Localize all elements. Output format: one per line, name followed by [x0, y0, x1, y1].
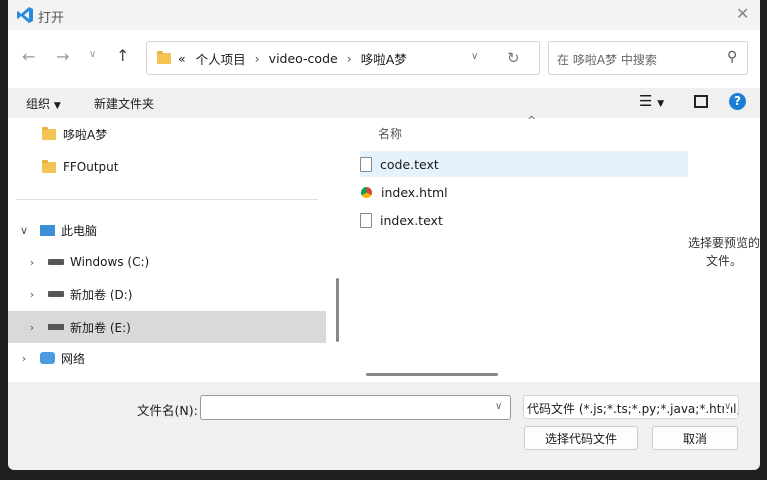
file-row[interactable]: code.text: [360, 151, 688, 177]
recent-dropdown-button[interactable]: ∨: [89, 49, 96, 60]
help-icon[interactable]: ?: [729, 93, 746, 110]
breadcrumb-item[interactable]: 个人项目: [196, 49, 246, 68]
toolbar: 组织 ▼ 新建文件夹 ☰ ▼ ?: [8, 88, 760, 118]
search-box[interactable]: 在 哆啦A梦 中搜索 ⚲: [548, 41, 748, 75]
search-input[interactable]: 在 哆啦A梦 中搜索: [557, 51, 657, 68]
drive-icon: [48, 324, 64, 330]
sort-up-icon: ^: [527, 114, 537, 127]
folder-icon: [42, 126, 56, 140]
sidebar-item-doraemon[interactable]: 哆啦A梦: [8, 119, 326, 149]
vscode-logo-icon: [17, 7, 33, 23]
navigation-bar: ← → ∨ ↑ « 个人项目 › video-code › 哆啦A梦 ∨ ↻ 在…: [8, 30, 760, 88]
address-dropdown-icon[interactable]: ∨: [471, 51, 478, 62]
filename-input[interactable]: ∨: [200, 395, 511, 420]
drive-icon: [48, 291, 64, 297]
chevron-right-icon[interactable]: ›: [14, 352, 34, 365]
file-icon: [360, 212, 372, 228]
sidebar-item-network[interactable]: › 网络: [8, 343, 326, 373]
breadcrumb-item[interactable]: 哆啦A梦: [361, 49, 407, 68]
file-icon: [360, 156, 372, 172]
search-icon[interactable]: ⚲: [727, 49, 737, 65]
chevron-down-icon[interactable]: ∨: [14, 224, 34, 237]
chevron-right-icon[interactable]: ›: [22, 256, 42, 269]
chrome-html-icon: [361, 186, 372, 198]
sidebar-item-ffoutput[interactable]: FFOutput: [8, 152, 326, 182]
file-type-select[interactable]: 代码文件 (*.js;*.ts;*.py;*.java;*.html; ∨: [523, 395, 739, 419]
open-button[interactable]: 选择代码文件: [524, 426, 638, 450]
preview-pane-icon[interactable]: [694, 95, 708, 108]
dialog-title: 打开: [38, 11, 65, 26]
close-button[interactable]: ✕: [736, 4, 749, 23]
view-menu-icon[interactable]: ☰ ▼: [639, 92, 664, 110]
sidebar-item-drive-d[interactable]: › 新加卷 (D:): [8, 279, 326, 309]
scrollbar-thumb[interactable]: [336, 278, 339, 342]
horizontal-scrollbar-thumb[interactable]: [366, 373, 498, 376]
breadcrumb-overflow[interactable]: «: [178, 51, 186, 66]
sidebar-item-this-pc[interactable]: ∨ 此电脑: [8, 215, 326, 245]
preview-placeholder-text: 选择要预览的文件。: [688, 236, 760, 268]
chevron-right-icon[interactable]: ›: [22, 288, 42, 301]
open-file-dialog: 打开 ✕ ← → ∨ ↑ « 个人项目 › video-code › 哆啦A梦 …: [8, 0, 760, 470]
file-list: ^ 名称 code.text index.html index.text: [346, 114, 688, 382]
navigation-pane: 哆啦A梦 FFOutput ∨ 此电脑 › Windows (C:) › 新加卷 (D…: [8, 118, 330, 382]
folder-icon: [157, 50, 171, 64]
organize-menu[interactable]: 组织 ▼: [26, 95, 61, 112]
file-row[interactable]: index.text: [360, 207, 688, 233]
sidebar-item-drive-c[interactable]: › Windows (C:): [8, 247, 326, 277]
computer-icon: [40, 224, 55, 236]
preview-pane: 选择要预览的文件。: [688, 118, 760, 382]
chevron-right-icon[interactable]: ›: [22, 321, 42, 334]
refresh-icon[interactable]: ↻: [507, 49, 520, 67]
navigation-pane-scrollbar[interactable]: [330, 118, 346, 382]
filename-label: 文件名(N):: [137, 403, 198, 418]
folder-icon: [42, 159, 56, 173]
back-button[interactable]: ←: [22, 47, 35, 66]
network-icon: [40, 352, 55, 364]
divider: [16, 199, 318, 200]
new-folder-button[interactable]: 新建文件夹: [94, 95, 154, 112]
cancel-button[interactable]: 取消: [652, 426, 738, 450]
forward-button[interactable]: →: [56, 47, 69, 66]
filename-dropdown-icon[interactable]: ∨: [495, 401, 502, 412]
address-bar[interactable]: « 个人项目 › video-code › 哆啦A梦 ∨ ↻: [146, 41, 540, 75]
breadcrumb-item[interactable]: video-code: [269, 51, 338, 66]
sidebar-item-drive-e[interactable]: › 新加卷 (E:): [8, 311, 326, 343]
up-button[interactable]: ↑: [116, 46, 129, 65]
title-bar: 打开 ✕: [8, 0, 760, 30]
column-header-name[interactable]: 名称: [378, 125, 402, 142]
chevron-down-icon: ∨: [724, 401, 732, 412]
file-row[interactable]: index.html: [360, 179, 688, 205]
drive-icon: [48, 259, 64, 265]
